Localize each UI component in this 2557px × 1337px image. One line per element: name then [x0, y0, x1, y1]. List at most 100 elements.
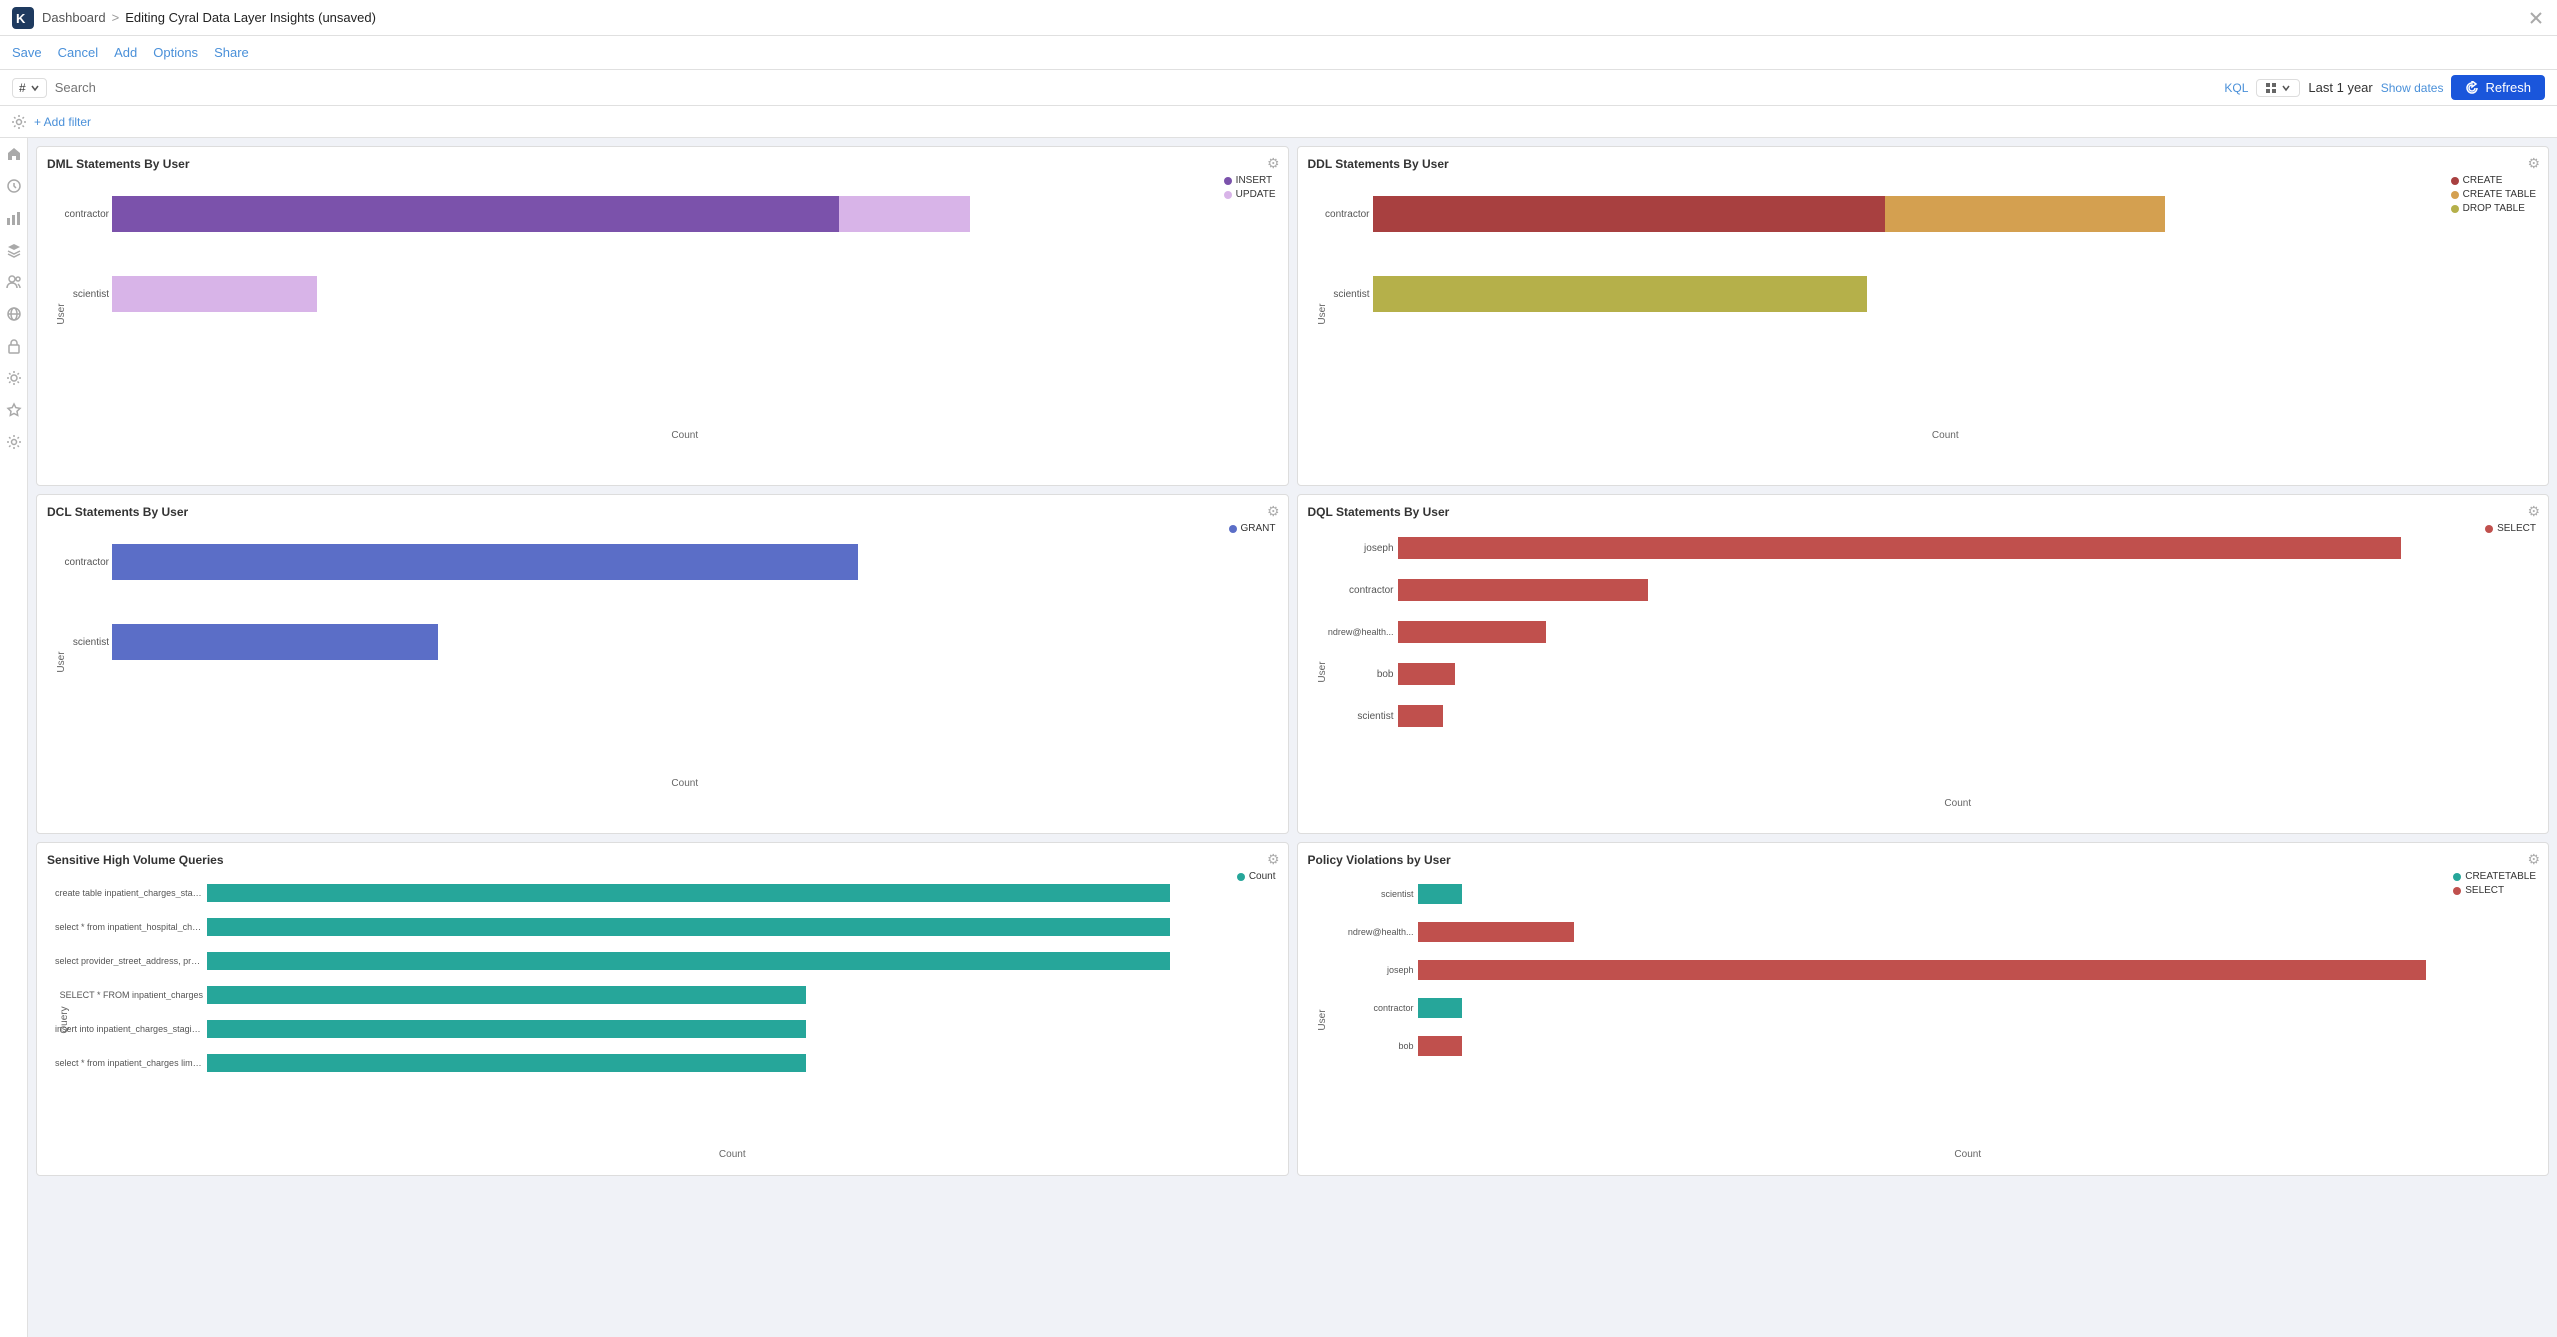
- ddl-bar-scientist: [1373, 276, 2305, 312]
- sidebar-icon-light[interactable]: [6, 370, 22, 386]
- policy-bar-ndrew: [1418, 922, 1575, 942]
- sidebar-icon-globe[interactable]: [6, 306, 22, 322]
- grid-icon: [2265, 82, 2277, 94]
- dcl-bar-scientist: [112, 624, 1044, 660]
- dml-bar-contractor: [112, 196, 1044, 232]
- sidebar-icon-settings[interactable]: [6, 434, 22, 450]
- policy-bar-scientist: [1418, 884, 1463, 904]
- ddl-x-axis-label: Count: [1373, 430, 2519, 441]
- dml-chart-gear[interactable]: ⚙: [1267, 155, 1280, 172]
- chevron-down-icon-2: [2281, 83, 2291, 93]
- dql-chart-title: DQL Statements By User: [1308, 505, 2539, 519]
- dql-chart-panel: DQL Statements By User ⚙ SELECT User jos…: [1297, 494, 2550, 834]
- dcl-grant-scientist: [112, 624, 438, 660]
- ddl-chart-title: DDL Statements By User: [1308, 157, 2539, 171]
- charts-grid: DML Statements By User ⚙ INSERT UPDATE U…: [36, 146, 2549, 1176]
- top-bar: K Dashboard > Editing Cyral Data Layer I…: [0, 0, 2557, 36]
- dql-joseph-label: joseph: [1314, 543, 1394, 554]
- dcl-chart-title: DCL Statements By User: [47, 505, 1278, 519]
- dcl-grant-contractor: [112, 544, 858, 580]
- dql-ndrew-label: ndrew@health...: [1314, 627, 1394, 637]
- sidebar-icon-star[interactable]: [6, 402, 22, 418]
- dql-bar-contractor: [1398, 579, 1649, 601]
- policy-bar-joseph: [1418, 960, 2426, 980]
- search-input[interactable]: [55, 80, 2217, 95]
- policy-scientist-label: scientist: [1314, 889, 1414, 899]
- refresh-icon: [2465, 81, 2479, 95]
- add-button[interactable]: Add: [114, 45, 137, 60]
- top-bar-right: [2527, 9, 2545, 27]
- main-content: DML Statements By User ⚙ INSERT UPDATE U…: [28, 138, 2557, 1337]
- ddl-create-contractor: [1373, 196, 1886, 232]
- dml-update-scientist: [112, 276, 317, 312]
- field-selector[interactable]: #: [12, 78, 47, 98]
- cancel-button[interactable]: Cancel: [58, 45, 98, 60]
- sidebar-icon-chart[interactable]: [6, 210, 22, 226]
- sensitive-bar-4: [207, 986, 806, 1004]
- dml-y-axis-label: User: [56, 303, 67, 324]
- sidebar-icon-users[interactable]: [6, 274, 22, 290]
- sensitive-chart-panel: Sensitive High Volume Queries ⚙ Count Qu…: [36, 842, 1289, 1176]
- dql-contractor-label: contractor: [1314, 585, 1394, 596]
- dcl-bar-contractor: [112, 544, 1044, 580]
- sensitive-bar-5: [207, 1020, 806, 1038]
- ddl-chart-panel: DDL Statements By User ⚙ CREATE CREATE T…: [1297, 146, 2550, 486]
- dql-bar-bob: [1398, 663, 1455, 685]
- page-title: Editing Cyral Data Layer Insights (unsav…: [125, 10, 376, 25]
- ddl-createtable-contractor: [1885, 196, 2165, 232]
- add-filter-bar: + Add filter: [0, 106, 2557, 138]
- query-label-4: SELECT * FROM inpatient_charges: [55, 990, 203, 1000]
- gear-icon-filter[interactable]: [12, 115, 26, 129]
- chevron-down-icon: [30, 83, 40, 93]
- app-logo: K: [12, 7, 34, 29]
- query-label-6: select * from inpatient_charges limit :r…: [55, 1058, 203, 1068]
- dql-x-axis-label: Count: [1398, 798, 2519, 809]
- refresh-label: Refresh: [2485, 80, 2531, 95]
- policy-bob-label: bob: [1314, 1041, 1414, 1051]
- dml-insert-contractor: [112, 196, 839, 232]
- show-dates-button[interactable]: Show dates: [2381, 81, 2444, 95]
- view-toggle[interactable]: [2256, 79, 2300, 97]
- share-button[interactable]: Share: [214, 45, 249, 60]
- ddl-y-axis-label: User: [1317, 303, 1328, 324]
- dql-scientist-label: scientist: [1314, 711, 1394, 722]
- sidebar-icon-lock[interactable]: [6, 338, 22, 354]
- dashboard-link[interactable]: Dashboard: [42, 10, 106, 25]
- query-label-5: insert into inpatient_charges_staging se…: [55, 1024, 203, 1034]
- dcl-chart-gear[interactable]: ⚙: [1267, 503, 1280, 520]
- kql-badge[interactable]: KQL: [2224, 81, 2248, 95]
- dcl-contractor-label: contractor: [57, 557, 109, 568]
- hash-label: #: [19, 81, 26, 95]
- sidebar-icon-clock[interactable]: [6, 178, 22, 194]
- action-bar: Save Cancel Add Options Share: [0, 36, 2557, 70]
- options-button[interactable]: Options: [153, 45, 198, 60]
- query-label-2: select * from inpatient_hospital_charges…: [55, 922, 203, 932]
- refresh-button[interactable]: Refresh: [2451, 75, 2545, 100]
- dql-bar-scientist: [1398, 705, 1444, 727]
- policy-contractor-label: contractor: [1314, 1003, 1414, 1013]
- sidebar-icon-layers[interactable]: [6, 242, 22, 258]
- ddl-bar-contractor: [1373, 196, 2305, 232]
- sensitive-chart-title: Sensitive High Volume Queries: [47, 853, 1278, 867]
- dml-x-axis-label: Count: [112, 430, 1258, 441]
- sidebar-icon-home[interactable]: [6, 146, 22, 162]
- save-button[interactable]: Save: [12, 45, 42, 60]
- sensitive-chart-gear[interactable]: ⚙: [1267, 851, 1280, 868]
- main-layout: DML Statements By User ⚙ INSERT UPDATE U…: [0, 138, 2557, 1337]
- sidebar: [0, 138, 28, 1337]
- dql-bar-joseph: [1398, 537, 2402, 559]
- close-icon[interactable]: [2527, 9, 2545, 27]
- ddl-contractor-label: contractor: [1318, 209, 1370, 220]
- dml-chart-panel: DML Statements By User ⚙ INSERT UPDATE U…: [36, 146, 1289, 486]
- dql-chart-gear[interactable]: ⚙: [2527, 503, 2540, 520]
- sensitive-bar-3: [207, 952, 1170, 970]
- date-range: Last 1 year: [2308, 80, 2372, 95]
- policy-chart-gear[interactable]: ⚙: [2527, 851, 2540, 868]
- dql-bar-ndrew: [1398, 621, 1546, 643]
- add-filter-button[interactable]: + Add filter: [34, 115, 91, 129]
- dml-chart-title: DML Statements By User: [47, 157, 1278, 171]
- ddl-chart-gear[interactable]: ⚙: [2527, 155, 2540, 172]
- query-label-3: select provider_street_address, provider…: [55, 956, 203, 966]
- dcl-y-axis-label: User: [56, 651, 67, 672]
- dml-bar-label-scientist: scientist: [57, 289, 109, 300]
